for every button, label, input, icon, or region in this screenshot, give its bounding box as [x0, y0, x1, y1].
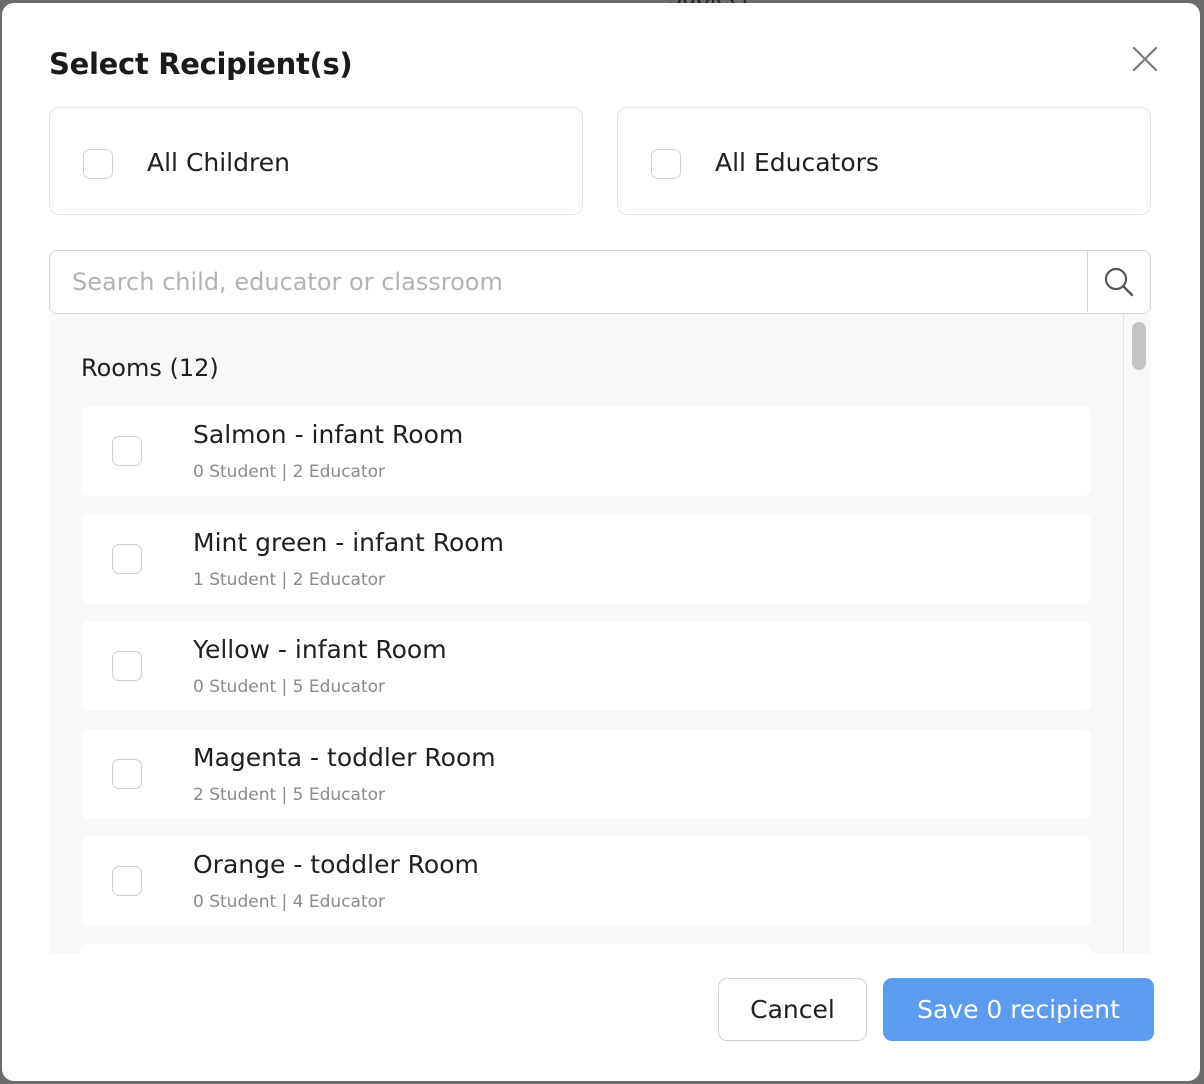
close-button[interactable]: [1126, 40, 1164, 78]
room-checkbox[interactable]: [112, 651, 142, 681]
list-item[interactable]: Mint green - infant Room 1 Student | 2 E…: [81, 513, 1091, 604]
room-counts: 0 Student | 2 Educator: [193, 462, 386, 482]
search-bar: [49, 250, 1151, 314]
close-icon: [1132, 46, 1158, 72]
room-name: Yellow - infant Room: [193, 635, 447, 664]
room-counts: 2 Student | 5 Educator: [193, 784, 386, 805]
scrollbar-thumb[interactable]: [1132, 322, 1146, 370]
room-checkbox[interactable]: [112, 758, 142, 789]
room-name: Salmon - infant Room: [193, 420, 464, 449]
list-item[interactable]: Yellow - infant Room 0 Student | 5 Educa…: [81, 621, 1091, 711]
all-educators-checkbox[interactable]: [651, 149, 681, 179]
search-input[interactable]: [50, 251, 1086, 312]
room-name: Mint green - infant Room: [193, 527, 504, 557]
modal-title: Select Recipient(s): [49, 47, 353, 81]
search-icon: [1104, 267, 1134, 296]
room-checkbox[interactable]: [112, 543, 142, 574]
scrollbar[interactable]: [1123, 314, 1151, 953]
save-recipients-button[interactable]: Save 0 recipient: [883, 978, 1154, 1041]
cancel-button[interactable]: Cancel: [718, 978, 867, 1041]
room-counts: 0 Student | 4 Educator: [193, 892, 386, 912]
list-item[interactable]: Salmon - infant Room 0 Student | 2 Educa…: [81, 406, 1091, 496]
rooms-list: Salmon - infant Room 0 Student | 2 Educa…: [81, 406, 1091, 953]
room-name: Magenta - toddler Room: [193, 742, 496, 772]
all-educators-label: All Educators: [715, 148, 879, 177]
list-item[interactable]: Orange - toddler Room 0 Student | 4 Educ…: [81, 836, 1091, 926]
search-button[interactable]: [1087, 251, 1150, 312]
rooms-section-title: Rooms (12): [81, 354, 219, 382]
room-counts: 1 Student | 2 Educator: [193, 569, 386, 590]
room-counts: 0 Student | 5 Educator: [193, 677, 386, 697]
recipients-list[interactable]: Rooms (12) Salmon - infant Room 0 Studen…: [49, 314, 1151, 953]
all-educators-option[interactable]: All Educators: [617, 107, 1151, 215]
all-children-option[interactable]: All Children: [49, 107, 583, 215]
room-checkbox[interactable]: [112, 436, 142, 466]
all-children-checkbox[interactable]: [83, 149, 113, 179]
all-children-label: All Children: [147, 148, 290, 177]
list-item[interactable]: Magenta - toddler Room 2 Student | 5 Edu…: [81, 728, 1091, 819]
select-recipients-modal: Select Recipient(s) All Children All Edu…: [2, 3, 1200, 1081]
room-checkbox[interactable]: [112, 866, 142, 896]
list-item[interactable]: [81, 943, 1091, 953]
room-name: Orange - toddler Room: [193, 850, 479, 879]
